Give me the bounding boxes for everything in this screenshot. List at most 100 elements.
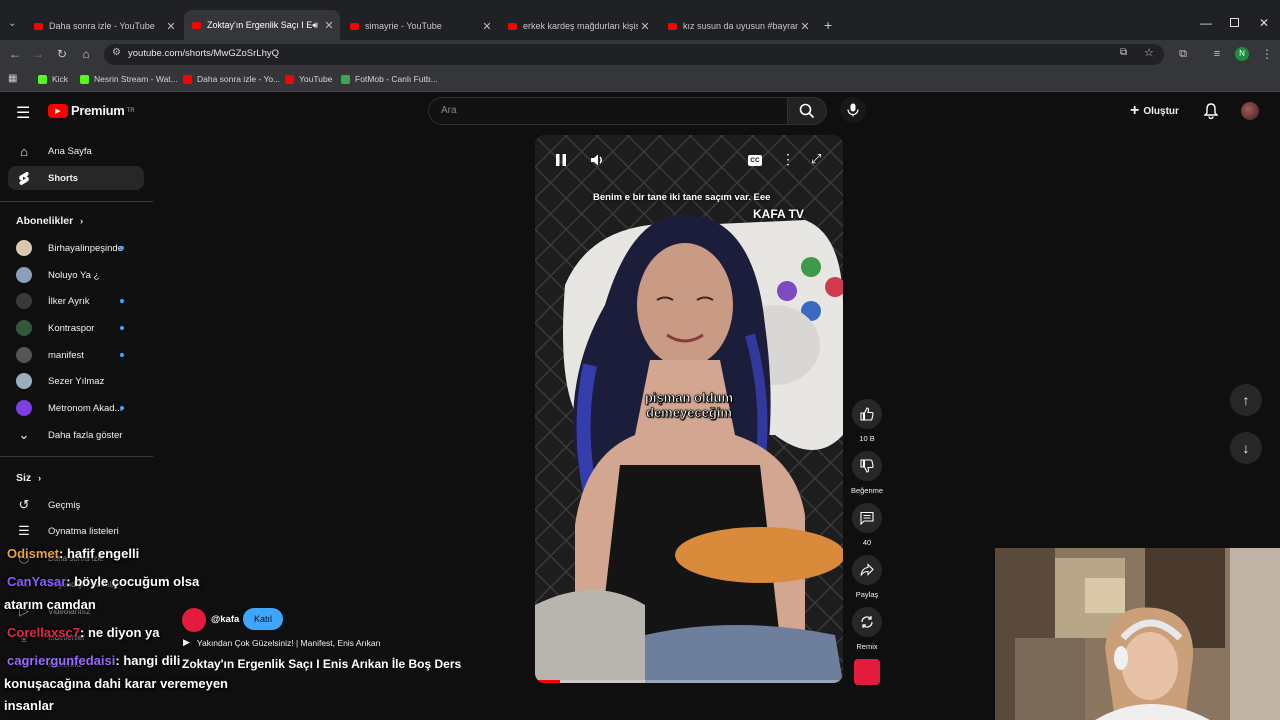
search-input[interactable]: Ara [428, 97, 788, 125]
profile-avatar[interactable]: N [1235, 47, 1249, 61]
channel-name: Metronom Akad... [48, 402, 123, 414]
browser-toolbar: ← → ↻ ⌂ ⚙ youtube.com/shorts/MwGZoSrLhyQ… [0, 40, 1280, 68]
tab-search-icon[interactable]: ⌄ [8, 18, 16, 29]
close-tab-icon[interactable]: ✕ [480, 20, 494, 33]
voice-search-button[interactable] [840, 97, 866, 123]
sound-source-thumbnail[interactable] [854, 659, 880, 685]
close-tab-icon[interactable]: ✕ [638, 20, 652, 33]
install-app-icon[interactable]: ⧉ [1120, 47, 1127, 58]
plus-icon: + [1130, 102, 1140, 119]
fullscreen-icon[interactable]: ⤢ [811, 151, 821, 167]
logo-text: Premium [71, 103, 125, 118]
chat-text: : hangi dili [115, 653, 181, 668]
speaker-icon[interactable]: 🔊︎ [312, 20, 318, 31]
shorts-video-player[interactable]: CC ⋮ ⤢ Benim e bir tane iki tane saçım v… [535, 135, 843, 683]
bookmark-youtube[interactable]: YouTube [285, 74, 332, 84]
bookmark-fotmob[interactable]: FotMob - Canlı Futb... [341, 74, 438, 84]
comment-icon [860, 511, 874, 525]
sidebar-item-label: Daha fazla göster [48, 429, 123, 441]
notifications-bell-icon[interactable] [1203, 103, 1219, 124]
bookmark-star-icon[interactable]: ☆ [1144, 46, 1154, 59]
media-controls-icon[interactable]: ≡ [1208, 45, 1226, 63]
youtube-play-logo-icon: ▶ [48, 103, 68, 118]
new-content-dot [120, 299, 124, 303]
close-tab-icon[interactable]: ✕ [322, 19, 336, 32]
video-progress-track[interactable] [535, 680, 843, 683]
apps-grid-icon[interactable]: ▦ [8, 73, 17, 84]
previous-short-button[interactable]: ↑ [1230, 384, 1262, 416]
chat-text: konuşacağına dahi karar veremeyen [4, 676, 229, 691]
comments-button[interactable] [852, 503, 882, 533]
remix-label: Remix [856, 642, 878, 651]
site-info-icon[interactable]: ⚙ [112, 47, 121, 58]
search-placeholder: Ara [441, 105, 457, 116]
sidebar-item-playlists[interactable]: ☰ Oynatma listeleri [8, 519, 144, 543]
avatar [16, 267, 32, 283]
sidebar-item-shorts[interactable]: Shorts [8, 166, 144, 190]
home-icon[interactable]: ⌂ [77, 45, 95, 63]
sidebar-item-history[interactable]: ↺ Geçmiş [8, 493, 144, 517]
closed-captions-icon[interactable]: CC [748, 155, 762, 166]
video-progress-fill [535, 680, 560, 683]
avatar [16, 347, 32, 363]
create-button[interactable]: + Oluştur [1130, 102, 1179, 120]
related-video-link[interactable]: ▶ Yakından Çok Güzelsiniz! | Manifest, En… [183, 637, 380, 648]
like-button[interactable] [852, 399, 882, 429]
youtube-favicon-icon [350, 22, 359, 30]
back-arrow-icon[interactable]: ← [6, 45, 24, 63]
pause-icon[interactable] [555, 153, 567, 167]
youtube-favicon-icon [192, 21, 201, 29]
browser-menu-icon[interactable]: ⋮ [1258, 45, 1276, 63]
dislike-button[interactable] [852, 451, 882, 481]
channel-name: manifest [48, 349, 84, 361]
channel-handle[interactable]: @kafa [211, 614, 239, 625]
forward-arrow-icon[interactable]: → [29, 45, 47, 63]
restore-window-icon[interactable] [1230, 18, 1239, 27]
sidebar-channel[interactable]: Noluyo Ya ¿ [8, 263, 144, 287]
extensions-icon[interactable]: ⧉ [1174, 45, 1192, 63]
playlist-icon: ☰ [18, 523, 30, 538]
kick-favicon-icon [80, 74, 89, 84]
comment-count: 40 [862, 538, 872, 547]
bookmark-nesrin-stream[interactable]: Nesrin Stream - Wat... [80, 74, 178, 84]
volume-icon[interactable] [590, 153, 604, 172]
chat-message: konuşacağına dahi karar veremeyen [4, 676, 228, 691]
sidebar-divider [0, 456, 153, 457]
sidebar-item-home[interactable]: ⌂ Ana Sayfa [8, 139, 144, 163]
close-tab-icon[interactable]: ✕ [164, 20, 178, 33]
new-content-dot [120, 353, 124, 357]
search-button[interactable] [787, 97, 827, 125]
channel-avatar[interactable] [182, 608, 206, 632]
account-avatar[interactable] [1241, 102, 1259, 120]
tab-erkek-kardes[interactable]: erkek kardeş mağdurları kişisel ✕ [500, 14, 656, 38]
avatar [16, 400, 32, 416]
youtube-favicon-icon [668, 22, 677, 30]
tab-watch-later[interactable]: Daha sonra izle - YouTube ✕ [26, 14, 182, 38]
tab-simayrie[interactable]: simayrie - YouTube ✕ [342, 14, 498, 38]
tab-current-short[interactable]: Zoktay'ın Ergenlik Saçı I Eni 🔊︎ ✕ [184, 10, 340, 40]
more-options-icon[interactable]: ⋮ [781, 151, 795, 168]
you-heading[interactable]: Siz › [16, 472, 41, 484]
close-tab-icon[interactable]: ✕ [798, 20, 812, 33]
new-tab-plus-icon[interactable]: + [824, 17, 832, 33]
bookmark-label: Kick [52, 74, 69, 84]
close-window-icon[interactable]: ✕ [1259, 16, 1269, 30]
address-bar[interactable]: ⚙ youtube.com/shorts/MwGZoSrLhyQ ⧉ ☆ [104, 44, 1164, 65]
bookmark-kick[interactable]: Kick [38, 74, 68, 84]
subscriptions-heading[interactable]: Abonelikler › [16, 215, 83, 227]
youtube-premium-logo[interactable]: ▶ Premium TR [48, 103, 135, 118]
guide-menu-icon[interactable]: ☰ [16, 103, 30, 123]
remix-button[interactable] [852, 607, 882, 637]
share-button[interactable] [852, 555, 882, 585]
bookmark-watch-later[interactable]: Daha sonra izle - Yo... [183, 74, 280, 84]
reload-icon[interactable]: ↻ [53, 45, 71, 63]
join-button[interactable]: Katıl [243, 608, 283, 630]
tab-kiz-susun[interactable]: kız susun da uyusun #bayram # ✕ [660, 14, 816, 38]
minimize-window-icon[interactable]: — [1200, 16, 1212, 30]
tab-title: simayrie - YouTube [365, 21, 442, 31]
show-more-button[interactable]: ⌄ Daha fazla göster [8, 423, 144, 447]
next-short-button[interactable]: ↓ [1230, 432, 1262, 464]
kick-favicon-icon [38, 74, 47, 84]
sidebar-channel[interactable]: Sezer Yılmaz [8, 369, 144, 393]
chat-message: Odismet: hafif engelli [7, 546, 139, 561]
